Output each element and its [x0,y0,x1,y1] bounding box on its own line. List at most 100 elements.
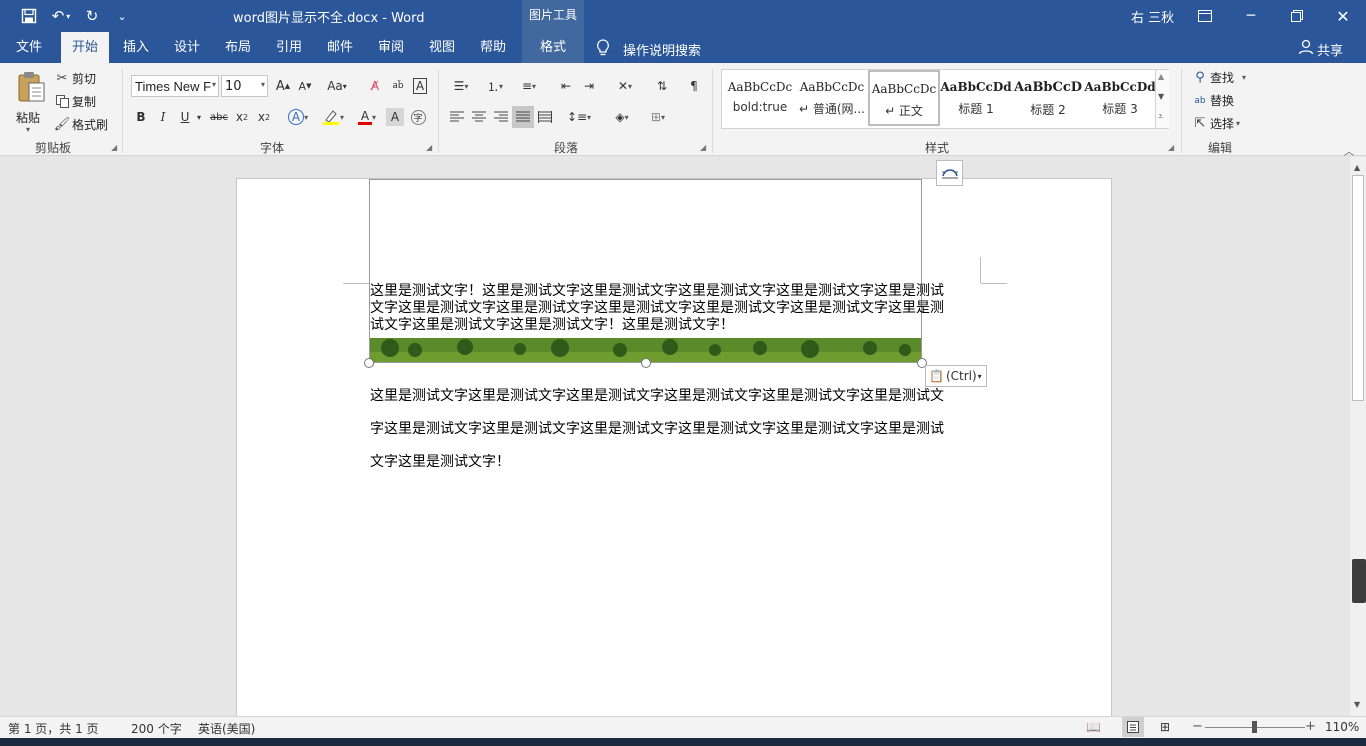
style-item-heading-2[interactable]: AaBbCcD 标题 2 [1012,70,1084,126]
select-button[interactable]: ⇱ 选择 ▾ [1192,115,1240,132]
borders-icon[interactable]: ⊞ ▾ [642,106,674,128]
line-spacing-icon[interactable]: ↕≡ ▾ [564,106,594,128]
font-name-dropdown-icon[interactable]: ▾ [212,80,216,89]
page-count[interactable]: 第 1 页，共 1 页 [8,720,99,737]
body-paragraph[interactable]: 这里是测试文字这里是测试文字这里是测试文字这里是测试文字这里是测试文字这里是测试… [370,380,944,479]
styles-scroll-down-icon[interactable]: ▼ [1158,92,1164,101]
user-name[interactable]: 右 三秋 [1131,7,1174,26]
styles-launcher-icon[interactable]: ◢ [1168,144,1176,152]
layout-options-button[interactable] [936,160,963,186]
shading-icon[interactable]: ◈ ▾ [606,106,638,128]
styles-scroll-up-icon[interactable]: ▲ [1158,72,1164,81]
save-icon[interactable] [19,6,39,26]
undo-icon[interactable]: ↶ ▾ [49,6,73,26]
scroll-down-icon[interactable]: ▼ [1354,700,1360,709]
styles-more-icon[interactable]: ⩡ [1158,112,1163,122]
tab-layout[interactable]: 布局 [216,32,260,63]
align-left-icon[interactable] [446,106,468,128]
print-layout-icon[interactable] [1122,717,1144,737]
ribbon-display-options-icon[interactable] [1182,0,1228,32]
replace-button[interactable]: ab 替换 [1192,92,1234,109]
justify-icon[interactable] [512,106,534,128]
tell-me-search[interactable]: 操作说明搜索 [623,40,701,59]
scroll-thumb[interactable] [1352,175,1364,401]
web-layout-icon[interactable]: ⊞ [1160,720,1170,734]
tab-insert[interactable]: 插入 [114,32,158,63]
grow-font-icon[interactable]: A ▲ [272,75,294,97]
align-center-icon[interactable] [468,106,490,128]
enclose-characters-icon[interactable]: 字 [407,106,429,128]
numbering-icon[interactable]: ⒈ ▾ [480,75,510,97]
italic-icon[interactable]: I [152,106,174,128]
format-painter-button[interactable]: 🖌 格式刷 [54,116,108,133]
sort-icon[interactable]: ⇅ [651,75,673,97]
paste-dropdown-icon[interactable]: ▾ [26,125,30,134]
style-item-bold-true[interactable]: AaBbCcDc bold:true [724,70,796,126]
read-mode-icon[interactable]: 📖 [1086,720,1101,734]
style-item-heading-3[interactable]: AaBbCcDd 标题 3 [1084,70,1156,126]
tab-help[interactable]: 帮助 [471,32,515,63]
resize-handle-bottom-center[interactable] [641,358,651,368]
tab-file[interactable]: 文件 [6,32,52,63]
cut-button[interactable]: ✂ 剪切 [54,70,96,87]
bullets-icon[interactable]: ☰ ▾ [446,75,476,97]
side-panel-handle[interactable] [1352,559,1366,603]
chinese-layout-icon[interactable]: ✕ ▾ [610,75,640,97]
tab-design[interactable]: 设计 [165,32,209,63]
find-dropdown-icon[interactable]: ▾ [1242,73,1246,82]
font-color-icon[interactable]: A ▾ [352,106,382,128]
share-button[interactable]: 共享 [1317,40,1343,59]
select-dropdown-icon[interactable]: ▾ [1236,119,1240,128]
minimize-icon[interactable]: ─ [1228,0,1274,32]
superscript-icon[interactable]: x2 [253,106,275,128]
character-shading-icon[interactable]: A [386,108,404,126]
multilevel-list-icon[interactable]: ≡ ▾ [514,75,544,97]
collapse-ribbon-icon[interactable]: ︿ [1344,143,1354,158]
redo-icon[interactable]: ↻ [82,6,102,26]
text-effects-icon[interactable]: A ▾ [283,106,313,128]
inserted-picture[interactable] [369,179,922,363]
highlight-color-icon[interactable]: ▾ [318,106,348,128]
paragraph-launcher-icon[interactable]: ◢ [700,144,708,152]
change-case-icon[interactable]: Aa ▾ [322,75,352,97]
tab-review[interactable]: 审阅 [369,32,413,63]
copy-button[interactable]: 复制 [54,93,96,110]
subscript-icon[interactable]: x2 [231,106,253,128]
style-item-body[interactable]: AaBbCcDc ↵ 正文 [868,70,940,126]
zoom-level[interactable]: 110% [1325,720,1359,734]
word-count[interactable]: 200 个字 [131,720,182,737]
vertical-scrollbar[interactable]: ▲ ▼ [1350,157,1366,716]
character-border-icon[interactable]: A [409,75,431,97]
font-size-dropdown-icon[interactable]: ▾ [261,80,265,89]
style-item-heading-1[interactable]: AaBbCcDd 标题 1 [940,70,1012,126]
font-size-combo[interactable]: 10 ▾ [221,75,268,97]
strikethrough-icon[interactable]: abc [208,106,230,128]
clear-formatting-icon[interactable]: A̸ [364,75,386,97]
resize-handle-bottom-left[interactable] [364,358,374,368]
shrink-font-icon[interactable]: A ▼ [294,75,316,97]
tab-view[interactable]: 视图 [420,32,464,63]
font-name-combo[interactable]: Times New F ▾ [131,75,219,97]
tab-mailings[interactable]: 邮件 [318,32,362,63]
overlap-text-block[interactable]: 这里是测试文字！这里是测试文字这里是测试文字这里是测试文字这里是测试文字这里是测… [370,283,944,334]
tab-format[interactable]: 格式 [522,32,584,63]
zoom-in-icon[interactable]: + [1305,719,1316,734]
zoom-out-icon[interactable]: − [1192,719,1203,734]
style-item-normal-web[interactable]: AaBbCcDc ↵ 普通(网... [796,70,868,126]
bold-icon[interactable]: B [130,106,152,128]
show-marks-icon[interactable]: ¶ [683,75,705,97]
find-button[interactable]: ⚲ 查找 ▾ [1192,69,1246,86]
decrease-indent-icon[interactable]: ⇤ [555,75,577,97]
zoom-slider-thumb[interactable] [1252,721,1257,733]
customize-qat-icon[interactable]: ⌄ [112,6,132,26]
phonetic-guide-icon[interactable]: ab̈ [387,75,409,97]
language[interactable]: 英语(美国) [198,720,255,737]
restore-icon[interactable] [1274,0,1320,32]
align-right-icon[interactable] [490,106,512,128]
font-launcher-icon[interactable]: ◢ [426,144,434,152]
tab-home[interactable]: 开始 [61,32,109,63]
close-icon[interactable]: ✕ [1320,0,1366,32]
tab-references[interactable]: 引用 [267,32,311,63]
scroll-up-icon[interactable]: ▲ [1354,163,1360,172]
paste-button[interactable]: 粘贴 ▾ [12,69,48,135]
